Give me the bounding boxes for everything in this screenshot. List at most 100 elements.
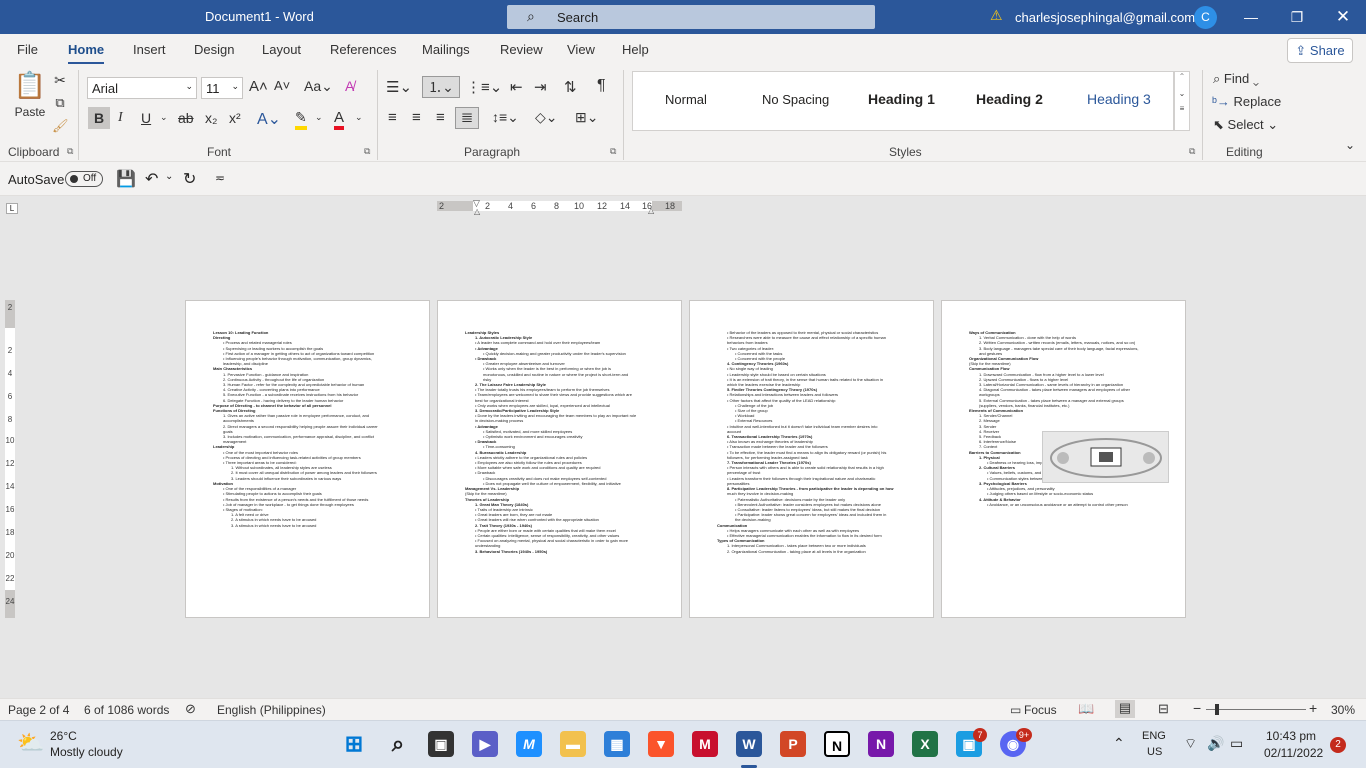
print-layout-icon[interactable]: ▤ [1115, 700, 1135, 718]
bold-button[interactable]: B [88, 107, 110, 129]
language-top[interactable]: ENG [1142, 730, 1166, 742]
chevron-up-icon[interactable]: ⌃ [1113, 735, 1125, 752]
battery-icon[interactable]: ▭ [1230, 735, 1243, 752]
tab-layout[interactable]: Layout [262, 42, 301, 57]
zoom-level[interactable]: 30% [1331, 703, 1355, 717]
style-normal[interactable]: Normal [665, 92, 707, 107]
font-launcher-icon[interactable]: ⧉ [364, 146, 370, 157]
superscript-button[interactable]: x² [229, 110, 241, 126]
document-page-1[interactable]: Lesson 10: Leading Function Directing • Pr… [185, 300, 430, 618]
focus-label[interactable]: Focus [1024, 703, 1057, 717]
text-effects-icon[interactable]: A⌄ [257, 109, 281, 129]
zoom-slider[interactable] [1206, 709, 1306, 710]
onenote-icon[interactable]: N [868, 731, 894, 757]
autosave-toggle[interactable]: Off [65, 171, 103, 187]
decrease-indent-icon[interactable]: ⇤ [510, 78, 523, 96]
align-right-icon[interactable]: ≡ [436, 109, 445, 126]
close-icon[interactable]: ✕ [1328, 6, 1358, 28]
chevron-down-icon[interactable]: ⌄ [160, 112, 168, 123]
styles-launcher-icon[interactable]: ⧉ [1189, 146, 1195, 157]
language-bottom[interactable]: US [1147, 746, 1162, 758]
vertical-ruler[interactable]: 2 2 4 6 8 10 12 14 16 18 20 22 24 [5, 300, 15, 618]
paragraph-launcher-icon[interactable]: ⧉ [610, 146, 616, 157]
task-view-icon[interactable]: ▣ [428, 731, 454, 757]
notion-icon[interactable]: N [824, 731, 850, 757]
language-indicator[interactable]: English (Philippines) [217, 703, 326, 717]
tab-design[interactable]: Design [194, 42, 234, 57]
select-button[interactable]: ⬉ Select ⌄ [1213, 117, 1278, 133]
font-color-icon[interactable]: A [334, 109, 345, 130]
copy-icon[interactable]: ⧉ [52, 95, 68, 111]
collapse-ribbon-icon[interactable]: ⌄ [1345, 138, 1355, 152]
customize-qat-icon[interactable]: ≂ [215, 171, 225, 185]
chat-icon[interactable]: ▶ [472, 731, 498, 757]
tab-selector-icon[interactable]: L [6, 203, 18, 214]
word-icon[interactable]: W [736, 731, 762, 757]
highlight-icon[interactable]: ✎ [295, 109, 307, 130]
chevron-down-icon[interactable]: ⌄ [165, 171, 173, 182]
change-case-icon[interactable]: Aa⌄ [304, 78, 333, 95]
account-email[interactable]: charlesjosephingal@gmail.com [1015, 10, 1195, 25]
volume-icon[interactable]: 🔊 [1207, 735, 1224, 752]
zoom-slider-thumb[interactable] [1215, 704, 1220, 715]
underline-button[interactable]: U [141, 110, 151, 126]
grow-font-icon[interactable]: A˄ [249, 78, 268, 95]
style-no-spacing[interactable]: No Spacing [762, 92, 829, 107]
brave-browser-icon[interactable]: ▼ [648, 731, 674, 757]
weather-temp[interactable]: 26°C [50, 729, 77, 743]
restore-icon[interactable]: ❐ [1282, 6, 1312, 28]
word-count[interactable]: 6 of 1086 words [84, 703, 169, 717]
align-center-icon[interactable]: ≡ [412, 109, 421, 126]
tab-home[interactable]: Home [68, 42, 105, 65]
tab-mailings[interactable]: Mailings [422, 42, 470, 57]
style-heading-3[interactable]: Heading 3 [1087, 91, 1151, 107]
minimize-icon[interactable]: — [1236, 6, 1266, 28]
subscript-button[interactable]: x₂ [205, 110, 217, 126]
search-icon[interactable]: ⌕ [385, 731, 411, 757]
italic-button[interactable]: I [118, 110, 123, 126]
chevron-up-icon[interactable]: ⌃ [1175, 72, 1189, 81]
document-page-4[interactable]: Ways of Communication 1. Verbal Communica… [941, 300, 1186, 618]
weather-icon[interactable]: ⛅ [17, 730, 44, 756]
shading-icon[interactable]: ◇⌄ [535, 109, 558, 126]
cut-icon[interactable]: ✂ [52, 72, 68, 89]
format-painter-icon[interactable]: 🖌 [52, 118, 69, 134]
tab-references[interactable]: References [330, 42, 396, 57]
line-spacing-icon[interactable]: ↕≡⌄ [492, 109, 519, 126]
clipboard-launcher-icon[interactable]: ⧉ [67, 146, 73, 157]
powerpoint-icon[interactable]: P [780, 731, 806, 757]
tab-view[interactable]: View [567, 42, 595, 57]
share-button[interactable]: ⇪ Share [1287, 38, 1353, 63]
find-button[interactable]: ⌕ Find ⌄ [1213, 71, 1259, 87]
windows-start-icon[interactable]: ⊞ [341, 731, 367, 757]
justify-icon[interactable]: ≣ [455, 107, 479, 129]
weather-desc[interactable]: Mostly cloudy [50, 745, 123, 759]
paste-icon[interactable]: 📋 [13, 70, 47, 108]
save-icon[interactable]: 💾 [116, 169, 136, 189]
shrink-font-icon[interactable]: A˅ [274, 78, 290, 93]
right-indent-icon[interactable]: △ [648, 206, 654, 215]
document-page-2[interactable]: Leadership Styles 1. Autocratic Leadershi… [437, 300, 682, 618]
focus-icon[interactable]: ▭ [1010, 703, 1021, 717]
paste-label[interactable]: Paste [14, 105, 46, 119]
zoom-in-icon[interactable]: + [1309, 700, 1317, 716]
clear-formatting-icon[interactable]: A̸ [345, 78, 354, 94]
file-explorer-icon[interactable]: ▬ [560, 731, 586, 757]
increase-indent-icon[interactable]: ⇥ [534, 78, 547, 96]
hanging-indent-icon[interactable]: △ [474, 207, 480, 216]
wifi-icon[interactable]: ⌔ [1184, 735, 1197, 753]
show-marks-icon[interactable]: ¶ [597, 77, 606, 95]
mcafee-icon[interactable]: M [692, 731, 718, 757]
store-icon[interactable]: ▦ [604, 731, 630, 757]
document-page-3[interactable]: • Behavior of the leaders as opposed to … [689, 300, 934, 618]
page-count[interactable]: Page 2 of 4 [8, 703, 69, 717]
strikethrough-button[interactable]: ab [178, 110, 194, 126]
borders-icon[interactable]: ⊞⌄ [575, 109, 598, 126]
clock-date[interactable]: 02/11/2022 [1264, 746, 1323, 760]
sort-icon[interactable]: ⇅ [564, 78, 577, 96]
photo-editor-icon[interactable]: M [516, 731, 542, 757]
avatar[interactable]: C [1194, 6, 1217, 29]
styles-scroll[interactable]: ⌃ ⌄ ≡ [1174, 71, 1190, 131]
excel-icon[interactable]: X [912, 731, 938, 757]
undo-icon[interactable]: ↶ [145, 169, 158, 189]
